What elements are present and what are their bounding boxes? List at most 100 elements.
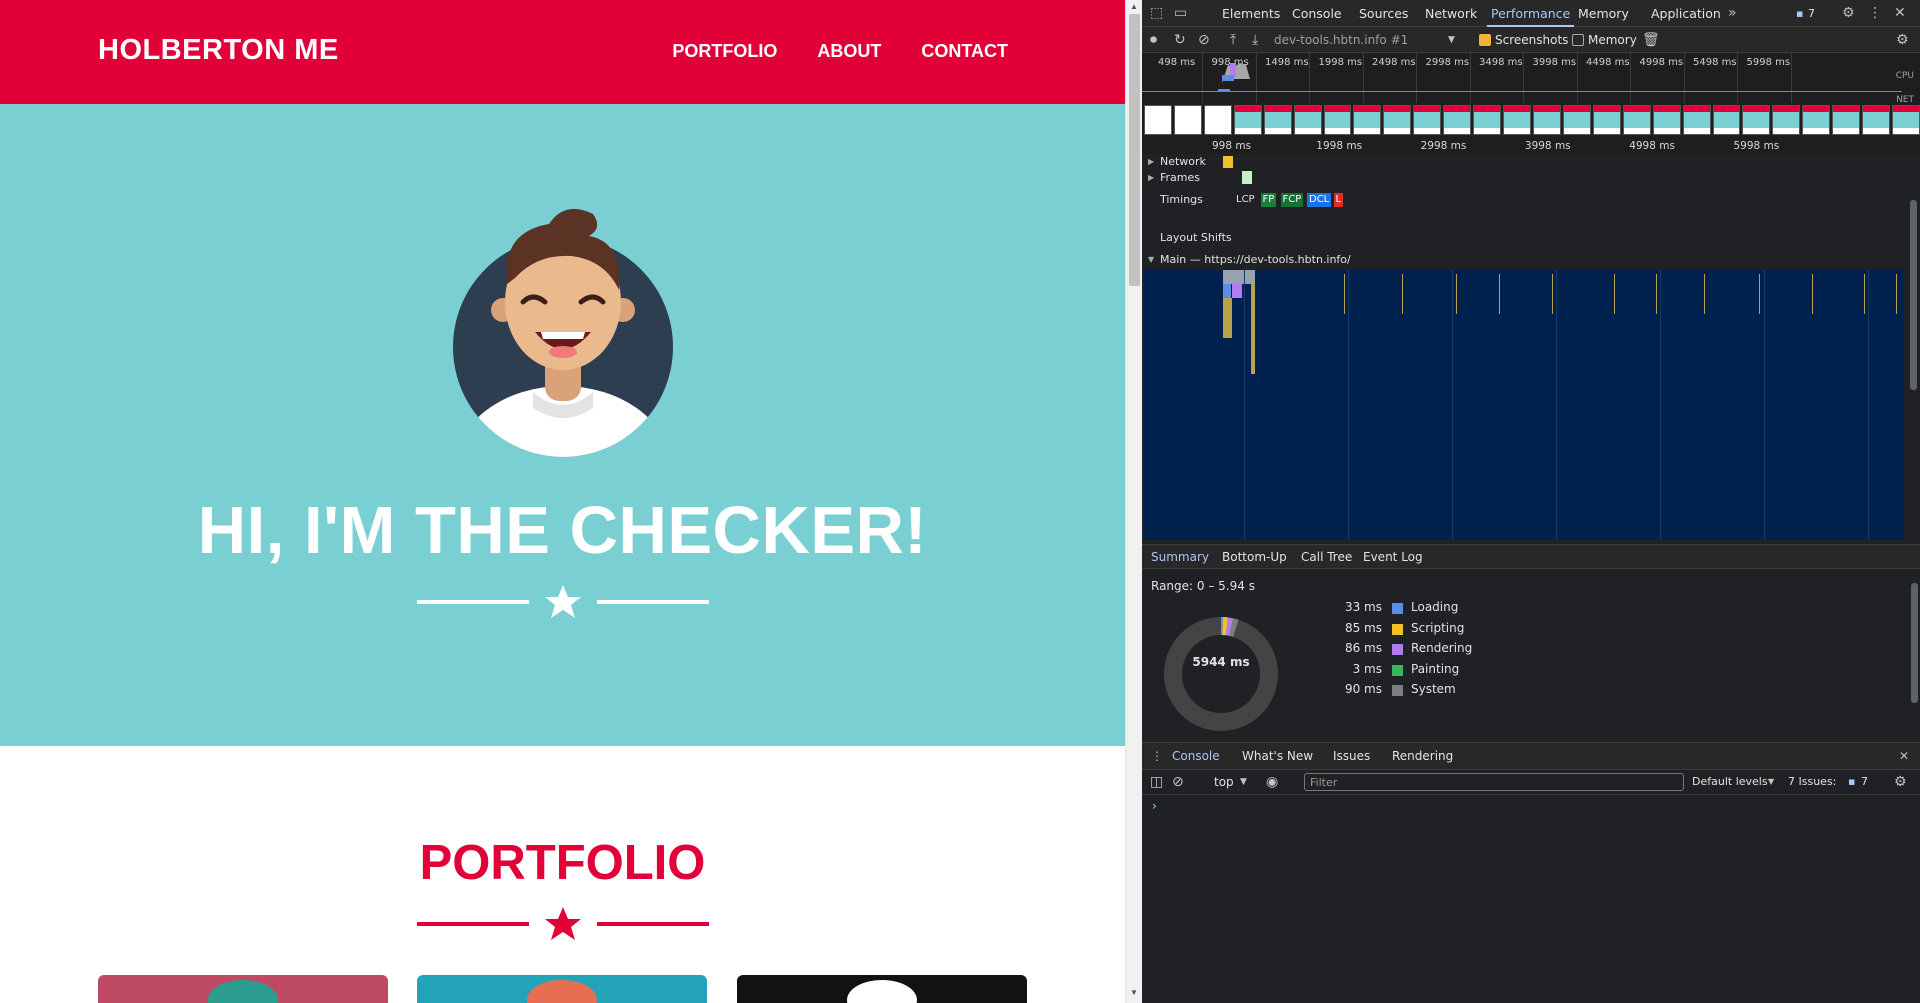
screenshot-thumbnail[interactable] bbox=[1772, 105, 1801, 135]
download-icon[interactable]: ⤓ bbox=[1252, 27, 1258, 53]
screenshot-thumbnail[interactable] bbox=[1233, 105, 1262, 135]
screenshot-thumbnail[interactable] bbox=[1652, 105, 1681, 135]
main-thread-flamechart[interactable] bbox=[1144, 270, 1904, 540]
track-layout-shifts[interactable]: Layout Shifts bbox=[1160, 231, 1232, 244]
tab-application[interactable]: Application bbox=[1651, 0, 1721, 27]
screenshot-thumbnail[interactable] bbox=[1203, 105, 1232, 135]
screenshot-thumbnail[interactable] bbox=[1443, 105, 1472, 135]
screenshot-thumbnail[interactable] bbox=[1413, 105, 1442, 135]
screenshot-thumbnail[interactable] bbox=[1173, 105, 1202, 135]
timing-marker-fcp[interactable]: FCP bbox=[1280, 193, 1304, 207]
scroll-up-icon[interactable]: ▲ bbox=[1130, 2, 1138, 11]
screenshots-checkbox[interactable] bbox=[1479, 34, 1491, 46]
expand-icon[interactable]: ▶ bbox=[1148, 157, 1154, 166]
tab-bottom-up[interactable]: Bottom-Up bbox=[1222, 545, 1287, 569]
timing-marker-lcp[interactable]: LCP bbox=[1234, 193, 1257, 207]
record-icon[interactable]: ⏺ bbox=[1150, 27, 1157, 53]
chevron-down-icon[interactable]: ▼ bbox=[1768, 770, 1774, 794]
track-network[interactable]: Network bbox=[1160, 155, 1206, 168]
screenshot-thumbnail[interactable] bbox=[1323, 105, 1352, 135]
screenshot-thumbnail[interactable] bbox=[1892, 105, 1920, 135]
expand-icon[interactable]: ▶ bbox=[1148, 173, 1154, 182]
tab-network[interactable]: Network bbox=[1425, 0, 1477, 27]
site-brand[interactable]: HOLBERTON ME bbox=[98, 34, 339, 67]
screenshot-thumbnail[interactable] bbox=[1712, 105, 1741, 135]
issues-icon[interactable]: ▪ bbox=[1848, 770, 1855, 794]
portfolio-card[interactable] bbox=[417, 975, 707, 1003]
site-scroll-thumb[interactable] bbox=[1129, 14, 1140, 286]
drawer-close-icon[interactable]: ✕ bbox=[1899, 743, 1909, 770]
tab-console[interactable]: Console bbox=[1292, 0, 1342, 27]
device-toolbar-icon[interactable]: ▭ bbox=[1174, 0, 1187, 27]
screenshot-thumbnail[interactable] bbox=[1742, 105, 1771, 135]
portfolio-card[interactable] bbox=[98, 975, 388, 1003]
reload-record-icon[interactable]: ↻ bbox=[1174, 27, 1186, 53]
timing-marker-dcl[interactable]: DCL bbox=[1307, 193, 1332, 207]
screenshot-thumbnail[interactable] bbox=[1293, 105, 1322, 135]
issues-count[interactable]: 7 bbox=[1808, 0, 1815, 27]
more-options-icon[interactable]: ⋮ bbox=[1868, 0, 1882, 27]
screenshot-thumbnail[interactable] bbox=[1144, 105, 1172, 135]
console-issues-label[interactable]: 7 Issues: bbox=[1788, 770, 1836, 794]
tab-memory[interactable]: Memory bbox=[1578, 0, 1629, 27]
live-expression-eye-icon[interactable]: ◉ bbox=[1266, 770, 1278, 794]
timing-marker-fp[interactable]: FP bbox=[1260, 193, 1277, 207]
console-output[interactable]: › bbox=[1142, 795, 1920, 1003]
tab-event-log[interactable]: Event Log bbox=[1363, 545, 1423, 569]
screenshot-thumbnail[interactable] bbox=[1682, 105, 1711, 135]
scroll-down-icon[interactable]: ▼ bbox=[1130, 988, 1138, 997]
screenshot-thumbnail[interactable] bbox=[1862, 105, 1891, 135]
portfolio-card[interactable] bbox=[737, 975, 1027, 1003]
timeline-overview[interactable]: 498 ms 998 ms 1498 ms 1998 ms 2498 ms 2998 ms… bbox=[1142, 53, 1920, 138]
tab-elements[interactable]: Elements bbox=[1222, 0, 1280, 27]
site-scrollbar[interactable]: ▲ ▼ bbox=[1125, 0, 1142, 1003]
console-filter-input[interactable] bbox=[1304, 773, 1684, 791]
screenshot-thumbnail[interactable] bbox=[1622, 105, 1651, 135]
summary-scrollbar[interactable] bbox=[1909, 573, 1918, 738]
console-settings-icon[interactable]: ⚙ bbox=[1894, 770, 1907, 794]
drawer-tab-console[interactable]: Console bbox=[1168, 743, 1224, 772]
screenshot-thumbnail[interactable] bbox=[1532, 105, 1561, 135]
chevron-down-icon[interactable]: ▼ bbox=[1240, 770, 1247, 794]
console-issues-count[interactable]: 7 bbox=[1861, 770, 1868, 794]
nav-link-about[interactable]: ABOUT bbox=[817, 41, 881, 62]
trash-icon[interactable]: 🗑 bbox=[1642, 27, 1660, 53]
nav-link-portfolio[interactable]: PORTFOLIO bbox=[672, 41, 777, 62]
tab-performance[interactable]: Performance bbox=[1487, 0, 1575, 27]
issues-icon[interactable]: ▪ bbox=[1796, 0, 1803, 27]
screenshot-thumbnail[interactable] bbox=[1473, 105, 1502, 135]
screenshot-thumbnail[interactable] bbox=[1353, 105, 1382, 135]
memory-checkbox[interactable] bbox=[1572, 34, 1584, 46]
tab-call-tree[interactable]: Call Tree bbox=[1301, 545, 1352, 569]
tab-sources[interactable]: Sources bbox=[1359, 0, 1408, 27]
screenshot-thumbnail[interactable] bbox=[1802, 105, 1831, 135]
nav-link-contact[interactable]: CONTACT bbox=[921, 41, 1008, 62]
clear-icon[interactable]: ⊘ bbox=[1198, 27, 1210, 53]
screenshot-filmstrip[interactable] bbox=[1144, 105, 1920, 135]
upload-icon[interactable]: ⤒ bbox=[1230, 27, 1236, 53]
drawer-tab-issues[interactable]: Issues bbox=[1333, 743, 1370, 770]
timing-marker-l[interactable]: L bbox=[1333, 193, 1344, 207]
context-select[interactable]: top bbox=[1214, 770, 1234, 794]
drawer-tab-whats-new[interactable]: What's New bbox=[1242, 743, 1313, 770]
inspect-element-icon[interactable]: ⬚ bbox=[1150, 0, 1163, 27]
screenshot-thumbnail[interactable] bbox=[1832, 105, 1861, 135]
log-levels-select[interactable]: Default levels bbox=[1692, 770, 1768, 794]
settings-icon[interactable]: ⚙ bbox=[1842, 0, 1855, 27]
track-frames[interactable]: Frames bbox=[1160, 171, 1200, 184]
capture-settings-icon[interactable]: ⚙ bbox=[1896, 27, 1909, 53]
tracks-scrollbar[interactable] bbox=[1908, 170, 1918, 540]
screenshot-thumbnail[interactable] bbox=[1592, 105, 1621, 135]
screenshot-thumbnail[interactable] bbox=[1562, 105, 1591, 135]
screenshot-thumbnail[interactable] bbox=[1383, 105, 1412, 135]
chevron-down-icon[interactable]: ▼ bbox=[1448, 27, 1455, 53]
console-prompt[interactable]: › bbox=[1152, 799, 1157, 813]
screenshot-thumbnail[interactable] bbox=[1503, 105, 1531, 135]
clear-console-icon[interactable]: ⊘ bbox=[1172, 770, 1184, 794]
tab-summary[interactable]: Summary bbox=[1147, 545, 1213, 571]
close-icon[interactable]: ✕ bbox=[1894, 0, 1906, 27]
recording-select[interactable]: dev-tools.hbtn.info #1 bbox=[1274, 27, 1408, 53]
drawer-tab-rendering[interactable]: Rendering bbox=[1392, 743, 1453, 770]
flame-chart-tracks[interactable]: ▶ Network ▶ Frames Timings LCP FP FCP DCL L … bbox=[1142, 154, 1920, 544]
screenshot-thumbnail[interactable] bbox=[1263, 105, 1292, 135]
